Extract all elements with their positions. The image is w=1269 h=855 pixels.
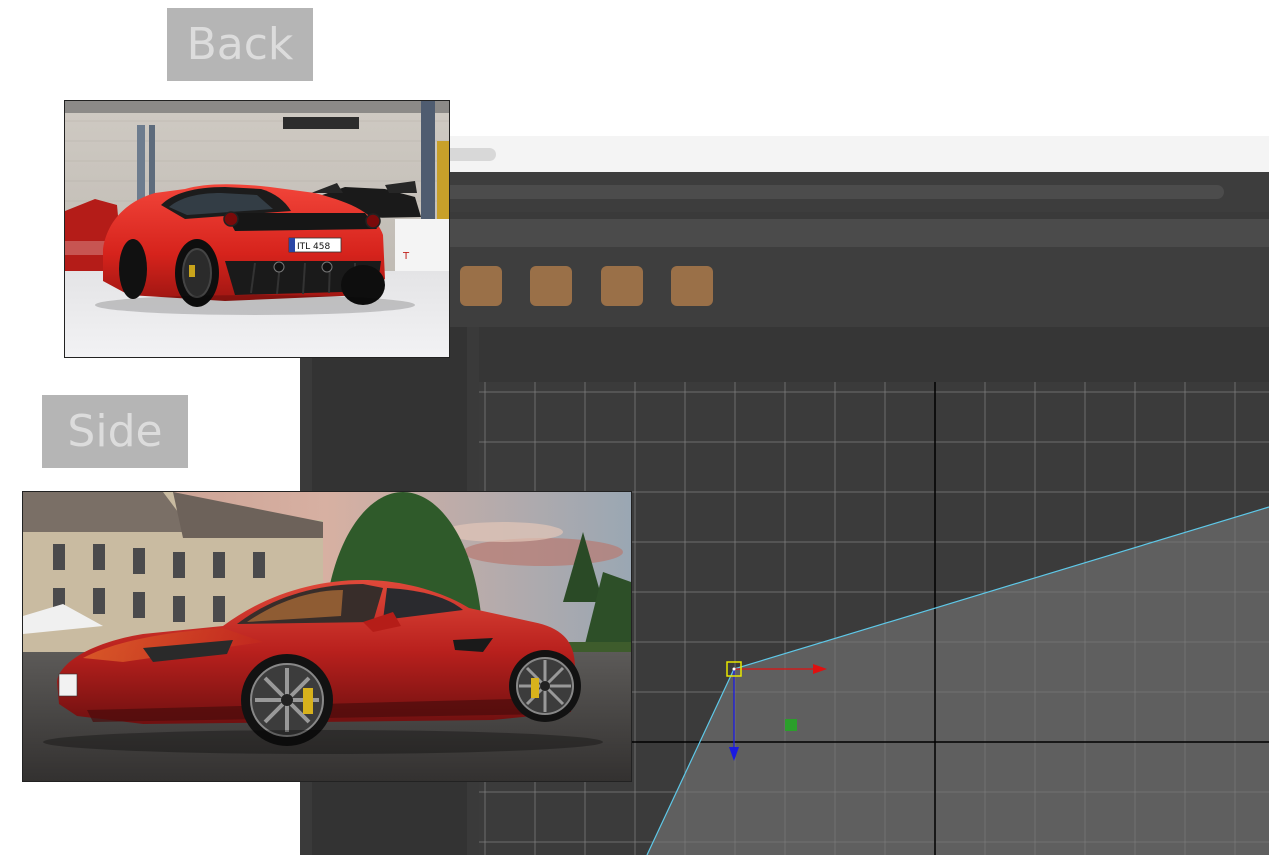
- car-side-image: [23, 492, 631, 781]
- side-reference-label: Side: [42, 395, 188, 468]
- license-plate-text: ITL 458: [297, 242, 330, 252]
- menu-bar-placeholder: [440, 185, 1224, 199]
- side-reference-photo: [22, 491, 632, 782]
- tool-button-2[interactable]: [530, 266, 572, 306]
- back-reference-photo: T ITL 458: [64, 100, 450, 358]
- tool-button-1[interactable]: [460, 266, 502, 306]
- car-rear-image: T ITL 458: [65, 101, 449, 357]
- back-reference-label: Back: [167, 8, 313, 81]
- viewport-header: [479, 327, 1269, 382]
- selected-vertex-dot: [732, 667, 736, 671]
- tool-button-3[interactable]: [601, 266, 643, 306]
- tool-button-4[interactable]: [671, 266, 713, 306]
- svg-text:T: T: [402, 251, 410, 262]
- gizmo-pivot-handle[interactable]: [785, 719, 797, 731]
